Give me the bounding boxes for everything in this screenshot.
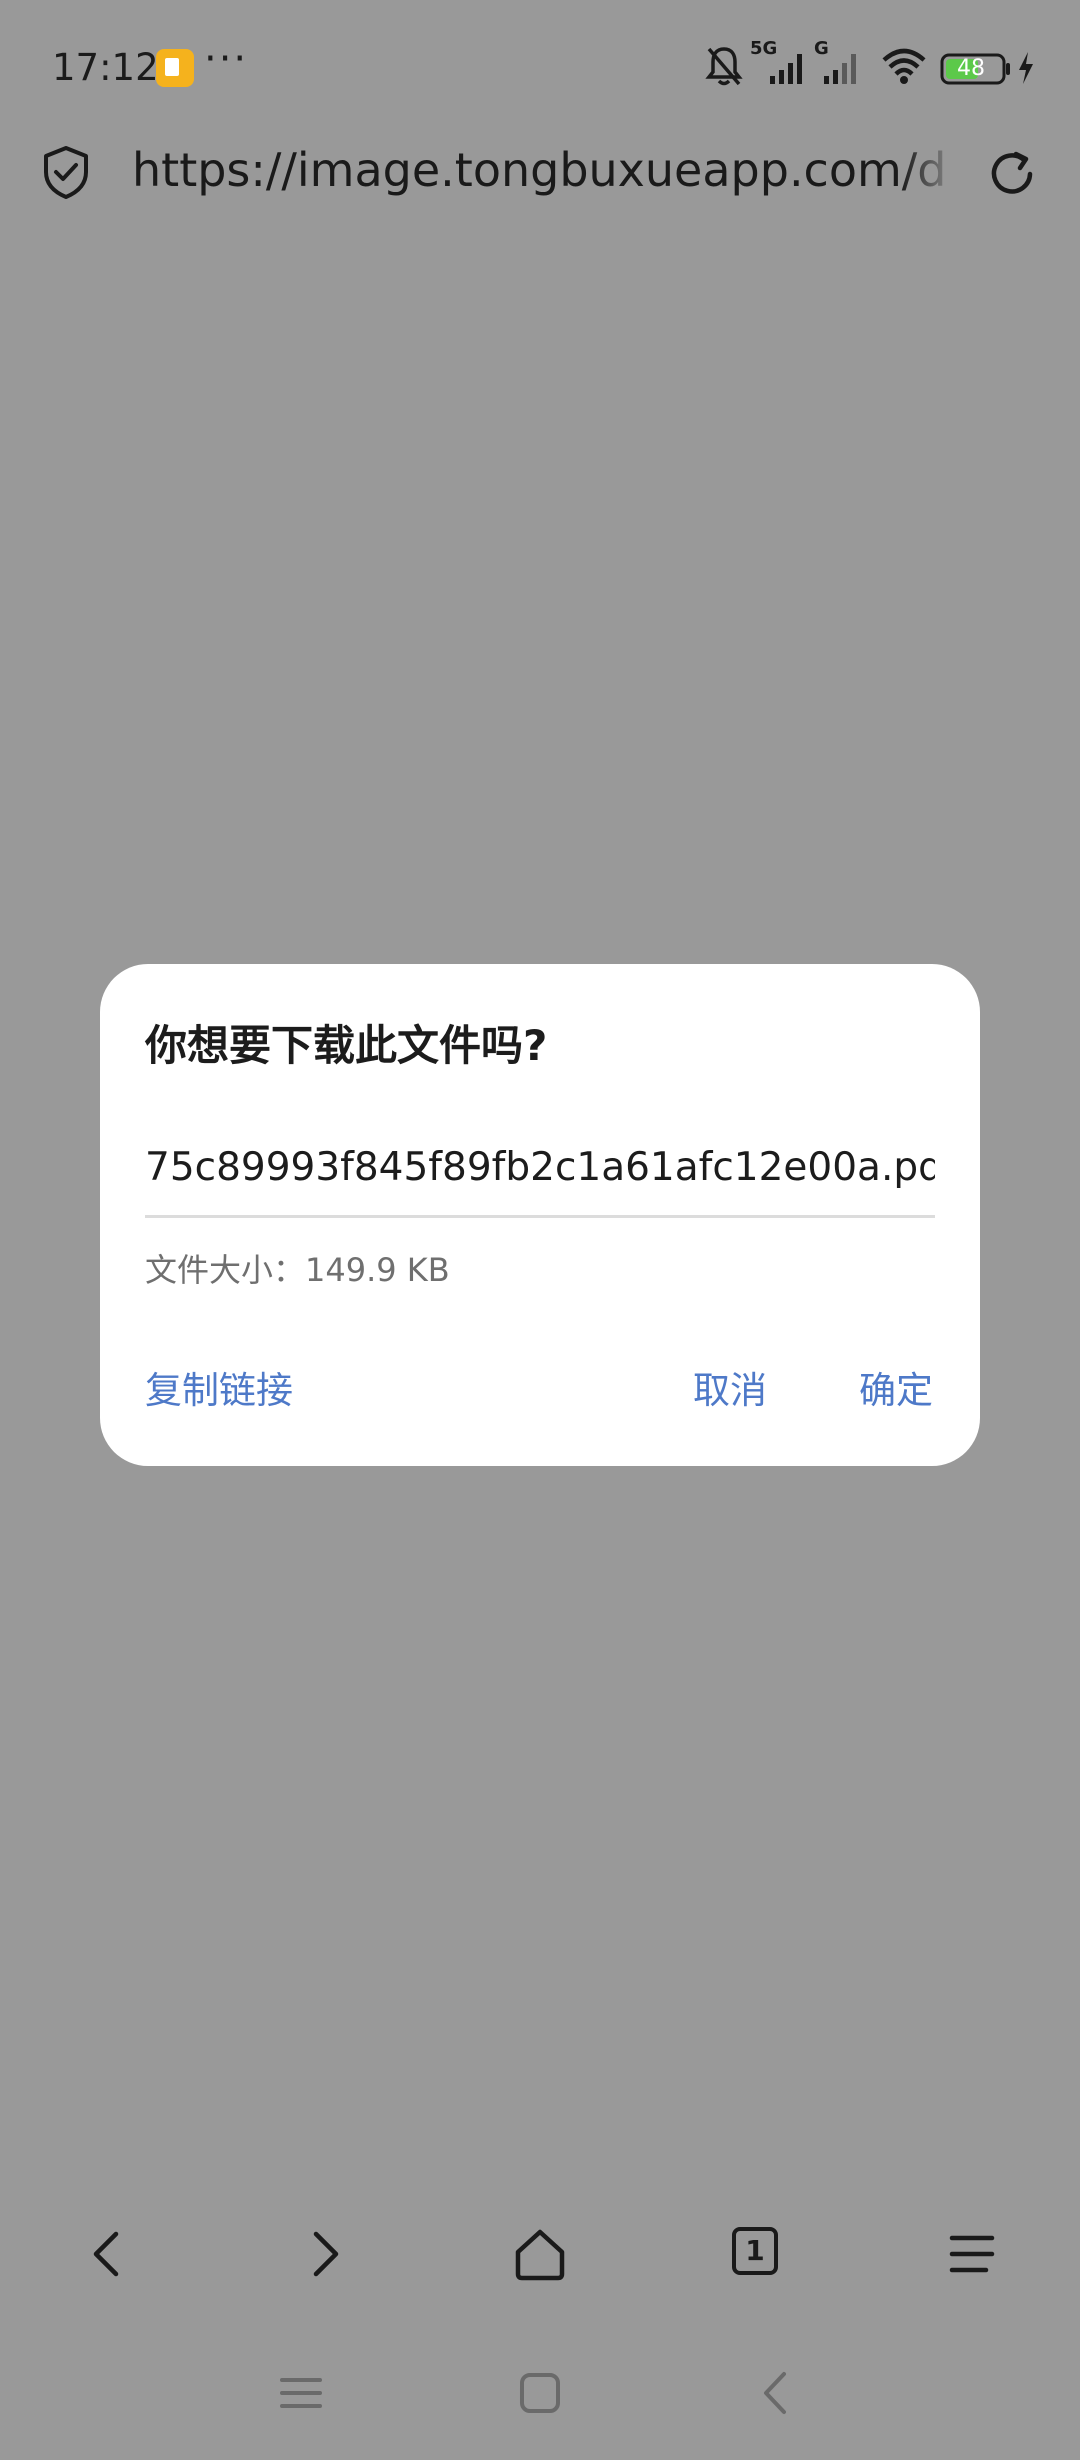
tabs-icon[interactable]: 1 bbox=[732, 2227, 778, 2275]
battery-level: 48 bbox=[957, 56, 985, 81]
signal-g-icon bbox=[824, 54, 856, 84]
home-square-icon[interactable] bbox=[515, 2368, 565, 2418]
back-nav-icon[interactable] bbox=[752, 2368, 802, 2418]
notification-app-icon bbox=[156, 49, 194, 87]
signal-5g-icon bbox=[770, 54, 802, 84]
dialog-title: 你想要下载此文件吗? bbox=[145, 1021, 548, 1070]
refresh-icon[interactable] bbox=[984, 146, 1040, 202]
menu-icon[interactable] bbox=[942, 2224, 1002, 2284]
status-bar: 17:12 ··· 5G G 48 bbox=[0, 0, 1080, 136]
filename-field[interactable]: 75c89993f845f89fb2c1a61afc12e00a.pdf bbox=[145, 1140, 935, 1218]
back-icon[interactable] bbox=[78, 2224, 138, 2284]
home-icon[interactable] bbox=[510, 2224, 570, 2284]
browser-screen: 17:12 ··· 5G G 48 https://image.tongbuxu… bbox=[0, 0, 1080, 2460]
status-indicators: 5G G 48 bbox=[704, 38, 1044, 92]
url-fade bbox=[900, 140, 960, 200]
charging-bolt-icon bbox=[1019, 52, 1033, 84]
shield-check-icon[interactable] bbox=[40, 144, 92, 200]
forward-icon[interactable] bbox=[294, 2224, 354, 2284]
address-bar[interactable]: https://image.tongbuxueapp.com/docu bbox=[0, 136, 1080, 236]
system-navigation-bar bbox=[0, 2360, 1080, 2430]
cancel-button[interactable]: 取消 bbox=[693, 1366, 767, 1416]
recents-icon[interactable] bbox=[276, 2368, 326, 2418]
browser-toolbar: 1 bbox=[0, 2220, 1080, 2310]
wifi-icon bbox=[882, 48, 926, 84]
download-dialog: 你想要下载此文件吗? 75c89993f845f89fb2c1a61afc12e… bbox=[100, 964, 980, 1466]
status-time: 17:12 bbox=[52, 46, 159, 89]
more-notifications-icon: ··· bbox=[204, 36, 249, 82]
bell-muted-icon bbox=[705, 47, 743, 86]
copy-link-button[interactable]: 复制链接 bbox=[145, 1366, 293, 1416]
file-size-label: 文件大小：149.9 KB bbox=[145, 1251, 450, 1289]
url-text[interactable]: https://image.tongbuxueapp.com/docu bbox=[132, 140, 948, 200]
confirm-button[interactable]: 确定 bbox=[859, 1366, 933, 1416]
